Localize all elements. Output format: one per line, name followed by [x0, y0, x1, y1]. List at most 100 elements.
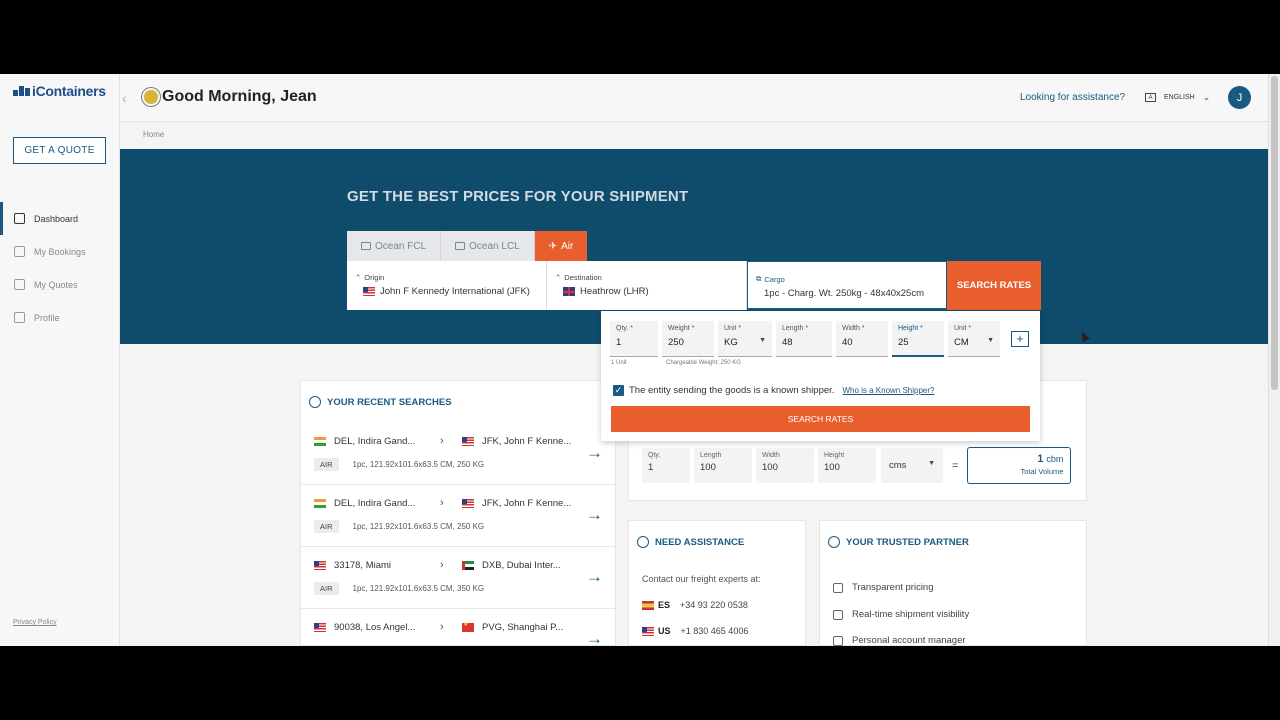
- destination-field[interactable]: ⌃ Destination Heathrow (LHR): [547, 261, 747, 310]
- shipment-details: 1pc, 121.92x101.6x63.5 CM, 350 KG: [352, 584, 485, 593]
- calc-height-label: Height: [824, 452, 845, 459]
- route-from: 33178, Miami: [334, 559, 392, 571]
- shipment-details: 1pc, 121.92x101.6x63.5 CM, 250 KG: [352, 460, 485, 469]
- page-scrollbar[interactable]: [1268, 74, 1280, 646]
- calc-width-label: Width: [762, 452, 780, 459]
- weight-input[interactable]: Weight * 250: [662, 321, 714, 357]
- uk-flag-icon: [563, 287, 575, 296]
- cargo-box-icon: ⧉: [756, 274, 762, 283]
- known-shipper-link[interactable]: Who is a Known Shipper?: [842, 386, 934, 395]
- arrow-right-icon[interactable]: →: [586, 443, 603, 463]
- privacy-policy-link[interactable]: Privacy Policy: [13, 619, 57, 626]
- collapse-sidebar-icon[interactable]: ‹: [122, 90, 127, 106]
- phone-es[interactable]: ES +34 93 220 0538: [642, 600, 748, 610]
- arrow-right-icon[interactable]: →: [586, 567, 603, 587]
- list-item[interactable]: DEL, Indira Gand... › JFK, John F Kenne.…: [301, 423, 615, 485]
- calc-height-value: 100: [824, 462, 840, 473]
- calc-length-input[interactable]: Length 100: [694, 448, 752, 483]
- chevron-down-icon: ⌄: [1202, 92, 1211, 102]
- arrow-right-icon[interactable]: →: [586, 505, 603, 525]
- chevron-right-icon: ›: [440, 435, 444, 447]
- mode-badge: AIR: [314, 520, 339, 533]
- route-from: 90038, Los Angel...: [334, 621, 416, 633]
- qty-value: 1: [616, 337, 622, 348]
- benefit-label: Transparent pricing: [852, 582, 934, 593]
- add-item-button[interactable]: +: [1011, 331, 1029, 347]
- sidebar-item-label: My Quotes: [34, 279, 78, 290]
- us-flag-icon: [642, 626, 654, 636]
- us-flag-icon: [462, 498, 474, 508]
- shipment-details: 1pc, 121.92x101.6x63.5 CM, 250 KG: [352, 522, 485, 531]
- width-input[interactable]: Width * 40: [836, 321, 888, 357]
- search-rates-button[interactable]: SEARCH RATES: [947, 261, 1041, 310]
- width-label: Width *: [842, 325, 865, 332]
- recent-searches-card: YOUR RECENT SEARCHES DEL, Indira Gand...…: [300, 380, 616, 646]
- avatar[interactable]: J: [1228, 86, 1251, 109]
- caret-down-icon: ▼: [928, 460, 935, 467]
- arrow-right-icon[interactable]: →: [586, 629, 603, 646]
- sidebar-item-label: Dashboard: [34, 213, 79, 224]
- calc-width-value: 100: [762, 462, 778, 473]
- known-shipper-checkbox[interactable]: ✓: [613, 385, 624, 396]
- trusted-partner-title: YOUR TRUSTED PARTNER: [846, 536, 969, 548]
- get-a-quote-button[interactable]: GET A QUOTE: [13, 137, 106, 164]
- height-input[interactable]: Height * 25: [892, 321, 944, 357]
- scrollbar-thumb[interactable]: [1271, 76, 1278, 390]
- destination-value: Heathrow (LHR): [580, 286, 649, 297]
- assistance-link[interactable]: Looking for assistance?: [1020, 92, 1125, 103]
- breadcrumb[interactable]: Home: [143, 130, 164, 139]
- list-item[interactable]: 90038, Los Angel... › PVG, Shanghai P...…: [301, 609, 615, 646]
- list-item[interactable]: DEL, Indira Gand... › JFK, John F Kenne.…: [301, 485, 615, 547]
- calc-width-input[interactable]: Width 100: [756, 448, 814, 483]
- bookings-icon: [14, 246, 25, 257]
- calc-qty-input[interactable]: Qty. 1: [642, 448, 690, 483]
- weight-value: 250: [668, 337, 684, 348]
- weight-unit-select[interactable]: Unit * KG ▼: [718, 321, 772, 357]
- logo[interactable]: iContainers: [13, 83, 106, 99]
- destination-label: Destination: [564, 273, 602, 282]
- india-flag-icon: [314, 498, 326, 508]
- tab-ocean-lcl[interactable]: Ocean LCL: [441, 231, 535, 261]
- route-to: PVG, Shanghai P...: [482, 621, 564, 633]
- height-value: 25: [898, 337, 909, 348]
- qty-input[interactable]: Qty. * 1: [610, 321, 658, 357]
- sidebar-item-label: My Bookings: [34, 246, 86, 257]
- china-flag-icon: [462, 621, 474, 632]
- us-flag-icon: [462, 436, 474, 446]
- sidebar-item-dashboard[interactable]: Dashboard: [0, 202, 119, 235]
- tab-ocean-fcl[interactable]: Ocean FCL: [347, 231, 442, 261]
- sidebar-item-profile[interactable]: Profile: [0, 301, 119, 334]
- app-viewport: iContainers GET A QUOTE Dashboard My Boo…: [0, 74, 1280, 646]
- origin-label: Origin: [364, 273, 385, 282]
- chargeable-weight-note: Chargeable Weight: 250 KG: [666, 360, 741, 366]
- cargo-field[interactable]: ⧉ Cargo 1pc - Charg. Wt. 250kg - 48x40x25…: [747, 261, 947, 310]
- phone-country: US: [658, 626, 671, 636]
- phone-us[interactable]: US +1 830 465 4006: [642, 626, 748, 636]
- benefit-item: Transparent pricing: [833, 582, 934, 593]
- panel-search-rates-button[interactable]: SEARCH RATES: [611, 406, 1030, 432]
- dimension-unit-value: CM: [954, 337, 969, 348]
- caret-down-icon: ▼: [759, 337, 766, 344]
- search-form: ⌃ Origin John F Kennedy International (JF…: [347, 261, 1041, 310]
- dimension-unit-select[interactable]: Unit * CM ▼: [948, 321, 1000, 357]
- language-selector[interactable]: A ENGLISH ⌄: [1145, 92, 1210, 103]
- cargo-inputs-row: Qty. * 1 Weight * 250 Unit * KG ▼ Length …: [610, 321, 1000, 357]
- ship-icon: [455, 242, 466, 250]
- tab-air[interactable]: ✈ Air: [534, 231, 588, 261]
- calc-unit-select[interactable]: cms ▼: [881, 448, 943, 483]
- sidebar-item-my-quotes[interactable]: My Quotes: [0, 268, 119, 301]
- calc-height-input[interactable]: Height 100: [818, 448, 876, 483]
- origin-field[interactable]: ⌃ Origin John F Kennedy International (JF…: [347, 261, 547, 310]
- need-assistance-title: NEED ASSISTANCE: [655, 536, 745, 548]
- profile-icon: [14, 312, 25, 323]
- trusted-partner-card: YOUR TRUSTED PARTNER Transparent pricing…: [819, 520, 1087, 646]
- chevron-right-icon: ›: [440, 621, 444, 633]
- quotes-icon: [14, 279, 25, 290]
- length-input[interactable]: Length * 48: [776, 321, 832, 357]
- sidebar-item-my-bookings[interactable]: My Bookings: [0, 235, 119, 268]
- sidebar-item-label: Profile: [34, 312, 60, 323]
- list-item[interactable]: 33178, Miami › DXB, Dubai Inter... AIR 1p…: [301, 547, 615, 609]
- uae-flag-icon: [462, 560, 474, 570]
- caret-down-icon: ▼: [987, 337, 994, 344]
- benefit-label: Personal account manager: [852, 635, 966, 646]
